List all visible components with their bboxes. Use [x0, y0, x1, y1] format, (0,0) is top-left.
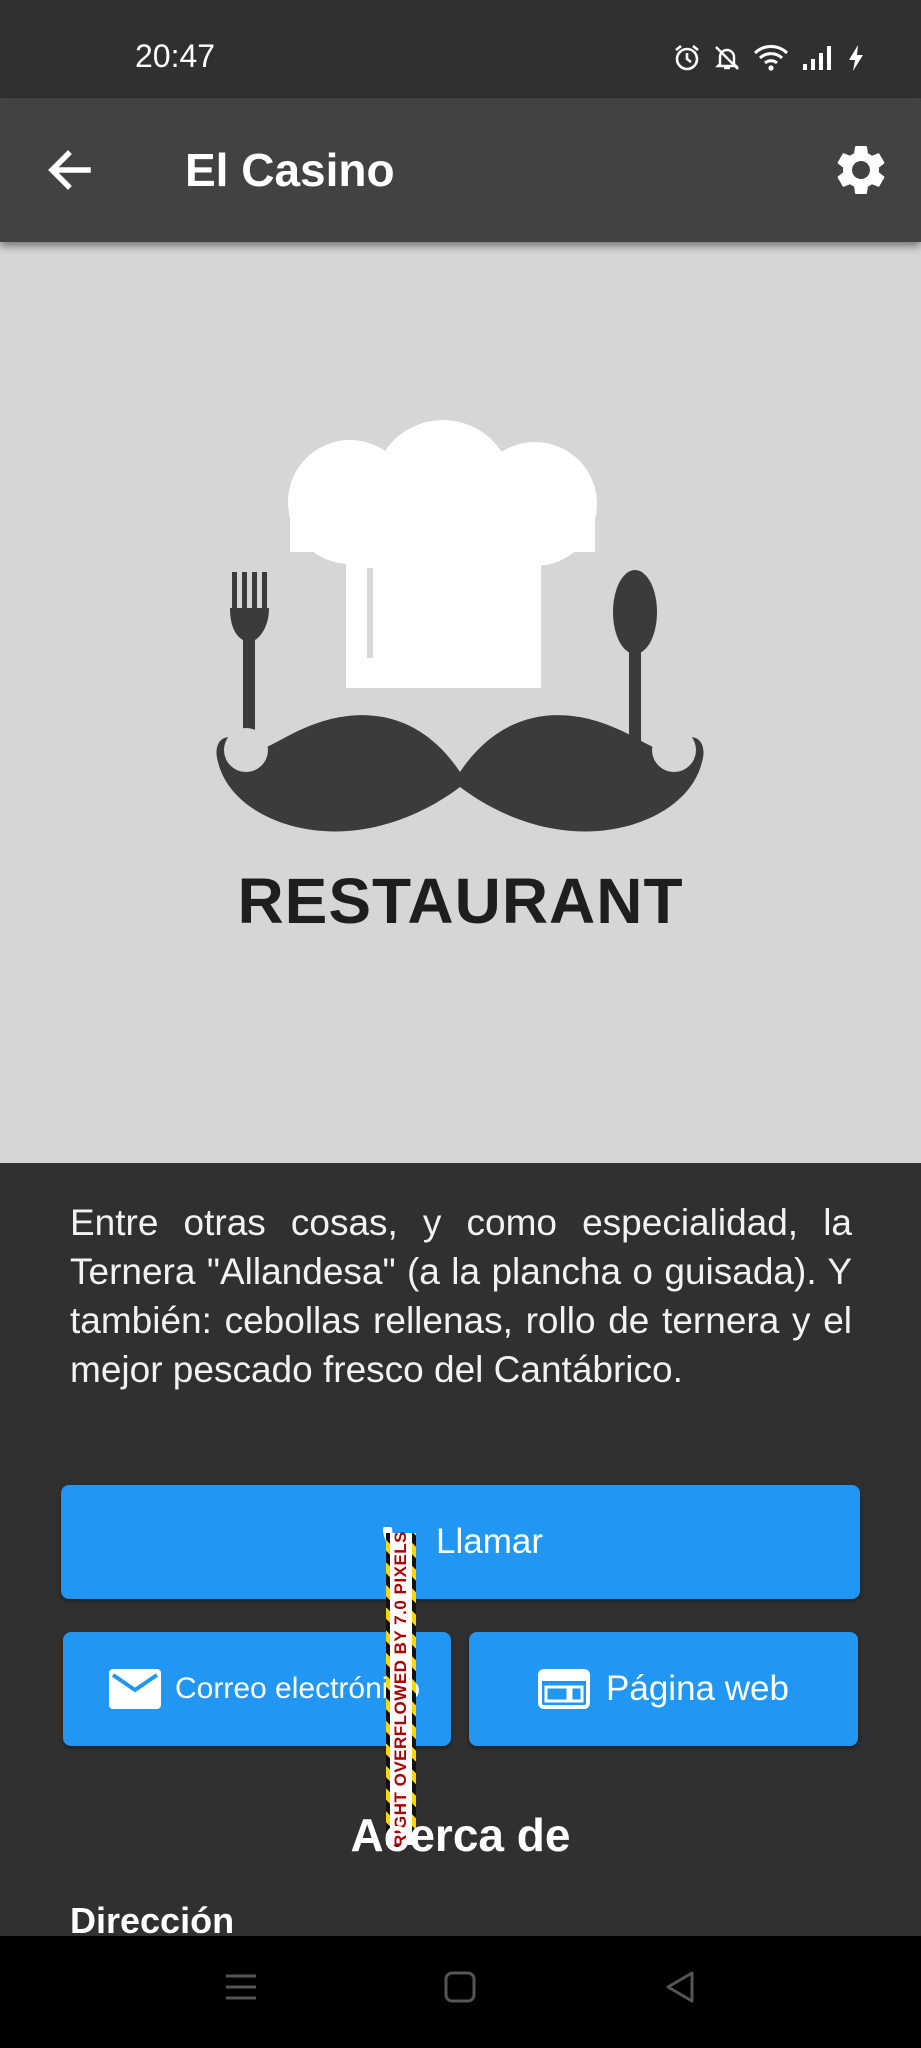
charging-icon [849, 45, 863, 71]
back-nav-icon[interactable] [664, 1970, 696, 2004]
website-button[interactable]: Página web [469, 1632, 858, 1746]
overflow-warning-text: RIGHT OVERFLOWED BY 7.0 PIXELS [391, 1530, 410, 1848]
signal-icon [803, 46, 831, 70]
about-heading: Acerca de [350, 1809, 571, 1861]
status-icons [673, 44, 865, 72]
gear-icon [837, 146, 885, 194]
web-icon [538, 1669, 591, 1709]
arrow-back-icon [48, 150, 91, 190]
restaurant-logo-graphic [216, 420, 704, 832]
app-bar: El Casino [0, 98, 921, 242]
system-navigation-bar [0, 1936, 921, 2048]
restaurant-logo-image: RESTAURANT [0, 242, 921, 1163]
chef-hat-icon [288, 420, 597, 688]
call-button-label: Llamar [436, 1522, 543, 1561]
email-button-label: Correo electrónico [175, 1672, 421, 1705]
wifi-icon [753, 45, 789, 71]
status-time: 20:47 [135, 38, 216, 74]
call-button[interactable]: Llamar [61, 1485, 860, 1599]
alarm-icon [675, 44, 699, 71]
recent-apps-icon[interactable] [224, 1970, 258, 2004]
mail-icon [109, 1669, 161, 1709]
mute-notifications-icon [715, 46, 739, 70]
home-icon[interactable] [444, 1970, 476, 2004]
status-bar: 20:47 [0, 0, 921, 98]
back-button[interactable] [40, 140, 100, 200]
website-button-label: Página web [606, 1669, 789, 1708]
restaurant-description: Entre otras cosas, y como especialidad, … [70, 1202, 852, 1390]
logo-text: RESTAURANT [237, 865, 684, 937]
page-title: El Casino [185, 144, 395, 196]
settings-button[interactable] [831, 140, 891, 200]
